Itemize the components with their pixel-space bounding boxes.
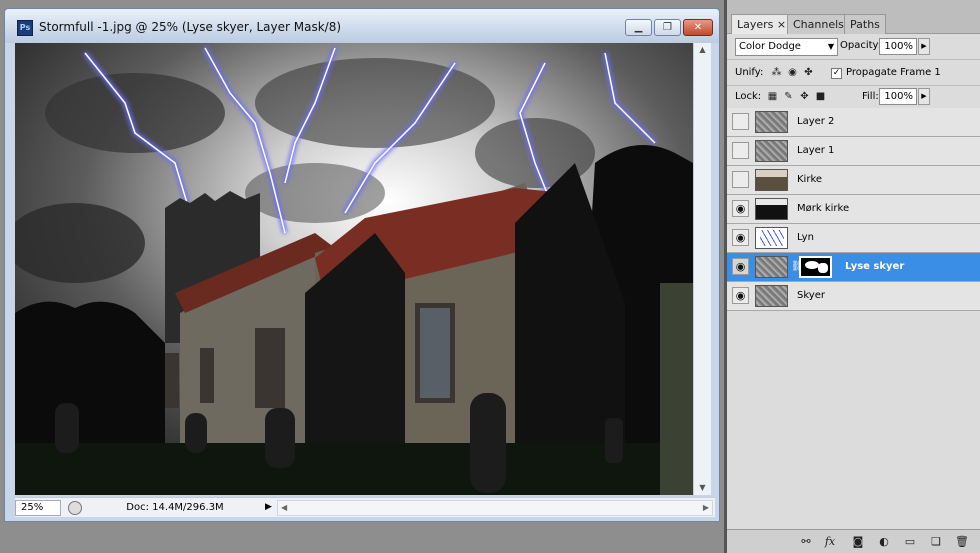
tab-layers-label: Layers bbox=[737, 18, 774, 31]
blend-mode-select[interactable]: Color Dodge ▼ bbox=[735, 38, 838, 56]
photoshop-icon: Ps bbox=[17, 20, 33, 36]
layer-name: Lyse skyer bbox=[845, 261, 905, 272]
eye-icon[interactable]: ◉ bbox=[732, 229, 749, 246]
layer-name: Kirke bbox=[797, 174, 823, 185]
add-mask-icon[interactable]: ◙ bbox=[851, 535, 865, 549]
lock-all-icon[interactable]: ■ bbox=[815, 91, 826, 102]
eye-icon[interactable]: ◉ bbox=[732, 200, 749, 217]
church-storm-image bbox=[15, 43, 693, 495]
window-controls: ▁ ❐ ✕ bbox=[625, 19, 713, 36]
lock-label: Lock: bbox=[735, 91, 762, 102]
lock-position-icon[interactable]: ✥ bbox=[799, 91, 810, 102]
scroll-down-icon[interactable]: ▼ bbox=[694, 481, 711, 495]
fx-icon[interactable]: fx bbox=[823, 535, 837, 549]
document-window: Ps Stormfull -1.jpg @ 25% (Lyse skyer, L… bbox=[4, 8, 720, 522]
fill-input[interactable]: 100% bbox=[879, 88, 917, 105]
layer-row-kirke[interactable]: Kirke bbox=[727, 166, 980, 195]
horizontal-scrollbar[interactable]: ◀ ▶ bbox=[277, 500, 713, 516]
layer-row-layer-1[interactable]: Layer 1 bbox=[727, 137, 980, 166]
close-icon: ✕ bbox=[693, 22, 703, 33]
tab-channels[interactable]: Channels bbox=[787, 14, 850, 34]
adjustment-layer-icon[interactable]: ◐ bbox=[877, 535, 891, 549]
unify-style-icon[interactable]: ✤ bbox=[803, 67, 814, 78]
layer-mask-thumbnail[interactable] bbox=[799, 256, 832, 278]
layer-thumbnail bbox=[755, 256, 788, 278]
document-title: Stormfull -1.jpg @ 25% (Lyse skyer, Laye… bbox=[39, 20, 342, 34]
unify-label: Unify: bbox=[735, 67, 764, 78]
tab-paths[interactable]: Paths bbox=[844, 14, 886, 34]
layers-panel: Layers × Channels Paths Color Dodge ▼ Op… bbox=[724, 0, 980, 553]
eye-icon[interactable]: ◉ bbox=[732, 287, 749, 304]
unify-position-icon[interactable]: ⁂ bbox=[771, 67, 782, 78]
vertical-scrollbar[interactable]: ▲ ▼ bbox=[693, 43, 711, 495]
layer-thumbnail bbox=[755, 227, 788, 249]
opacity-label: Opacity: bbox=[840, 40, 882, 51]
document-titlebar[interactable]: Ps Stormfull -1.jpg @ 25% (Lyse skyer, L… bbox=[5, 9, 719, 43]
lock-row: Lock: ▦ ✎ ✥ ■ Fill: 100% ▶ bbox=[727, 84, 980, 110]
blend-mode-value: Color Dodge bbox=[739, 41, 801, 52]
lock-transparency-icon[interactable]: ▦ bbox=[767, 91, 778, 102]
chevron-down-icon: ▼ bbox=[827, 42, 834, 51]
eye-icon[interactable]: ◉ bbox=[732, 258, 749, 275]
blend-row: Color Dodge ▼ Opacity: 100% ▶ bbox=[727, 34, 980, 60]
fill-label: Fill: bbox=[862, 91, 879, 102]
status-bar: 25% Doc: 14.4M/296.3M ▶ ◀ ▶ bbox=[15, 497, 715, 517]
layer-row-lyn[interactable]: ◉ Lyn bbox=[727, 224, 980, 253]
lock-pixels-icon[interactable]: ✎ bbox=[783, 91, 794, 102]
layer-name: Skyer bbox=[797, 290, 825, 301]
status-info-icon[interactable] bbox=[68, 501, 82, 515]
restore-button[interactable]: ❐ bbox=[654, 19, 681, 36]
minimize-button[interactable]: ▁ bbox=[625, 19, 652, 36]
opacity-input[interactable]: 100% bbox=[879, 38, 917, 55]
zoom-input[interactable]: 25% bbox=[15, 500, 61, 516]
link-layers-icon[interactable]: ⚯ bbox=[799, 535, 813, 549]
unify-row: Unify: ⁂ ◉ ✤ ✓ Propagate Frame 1 bbox=[727, 60, 980, 86]
scroll-right-icon[interactable]: ▶ bbox=[703, 501, 709, 515]
new-group-icon[interactable]: ▭ bbox=[903, 535, 917, 549]
visibility-toggle[interactable] bbox=[732, 113, 749, 130]
scroll-left-icon[interactable]: ◀ bbox=[281, 501, 287, 515]
fill-slider-icon[interactable]: ▶ bbox=[918, 88, 930, 105]
layer-thumbnail bbox=[755, 111, 788, 133]
restore-icon: ❐ bbox=[663, 22, 672, 33]
layer-row-lyse-skyer[interactable]: ◉ ⛓ Lyse skyer bbox=[727, 253, 980, 282]
status-menu-arrow-icon[interactable]: ▶ bbox=[265, 502, 272, 512]
image-canvas[interactable] bbox=[15, 43, 693, 495]
layers-bottom-bar: ⚯ fx ◙ ◐ ▭ ❏ 🗑 bbox=[727, 529, 980, 553]
layer-name: Mørk kirke bbox=[797, 203, 850, 214]
layer-name: Layer 1 bbox=[797, 145, 835, 156]
propagate-label: Propagate Frame 1 bbox=[846, 67, 941, 78]
layer-row-skyer[interactable]: ◉ Skyer bbox=[727, 282, 980, 311]
layers-list: Layer 2 Layer 1 Kirke ◉ Mørk kirke ◉ Lyn… bbox=[727, 108, 980, 311]
unify-visibility-icon[interactable]: ◉ bbox=[787, 67, 798, 78]
document-size-info: Doc: 14.4M/296.3M bbox=[126, 502, 224, 513]
scroll-up-icon[interactable]: ▲ bbox=[694, 43, 711, 57]
layer-thumbnail bbox=[755, 140, 788, 162]
layer-thumbnail bbox=[755, 198, 788, 220]
layer-thumbnail bbox=[755, 169, 788, 191]
tab-close-icon[interactable]: × bbox=[777, 18, 786, 31]
panel-tabs: Layers × Channels Paths bbox=[727, 0, 980, 34]
minimize-icon: ▁ bbox=[634, 22, 643, 33]
layer-row-layer-2[interactable]: Layer 2 bbox=[727, 108, 980, 137]
new-layer-icon[interactable]: ❏ bbox=[929, 535, 943, 549]
opacity-slider-icon[interactable]: ▶ bbox=[918, 38, 930, 55]
tab-layers[interactable]: Layers × bbox=[731, 14, 793, 34]
layer-name: Lyn bbox=[797, 232, 814, 243]
close-button[interactable]: ✕ bbox=[683, 19, 713, 36]
layer-row-mork-kirke[interactable]: ◉ Mørk kirke bbox=[727, 195, 980, 224]
layer-name: Layer 2 bbox=[797, 116, 835, 127]
propagate-checkbox[interactable]: ✓ bbox=[831, 68, 842, 79]
layer-thumbnail bbox=[755, 285, 788, 307]
visibility-toggle[interactable] bbox=[732, 142, 749, 159]
trash-icon[interactable]: 🗑 bbox=[955, 535, 969, 549]
visibility-toggle[interactable] bbox=[732, 171, 749, 188]
